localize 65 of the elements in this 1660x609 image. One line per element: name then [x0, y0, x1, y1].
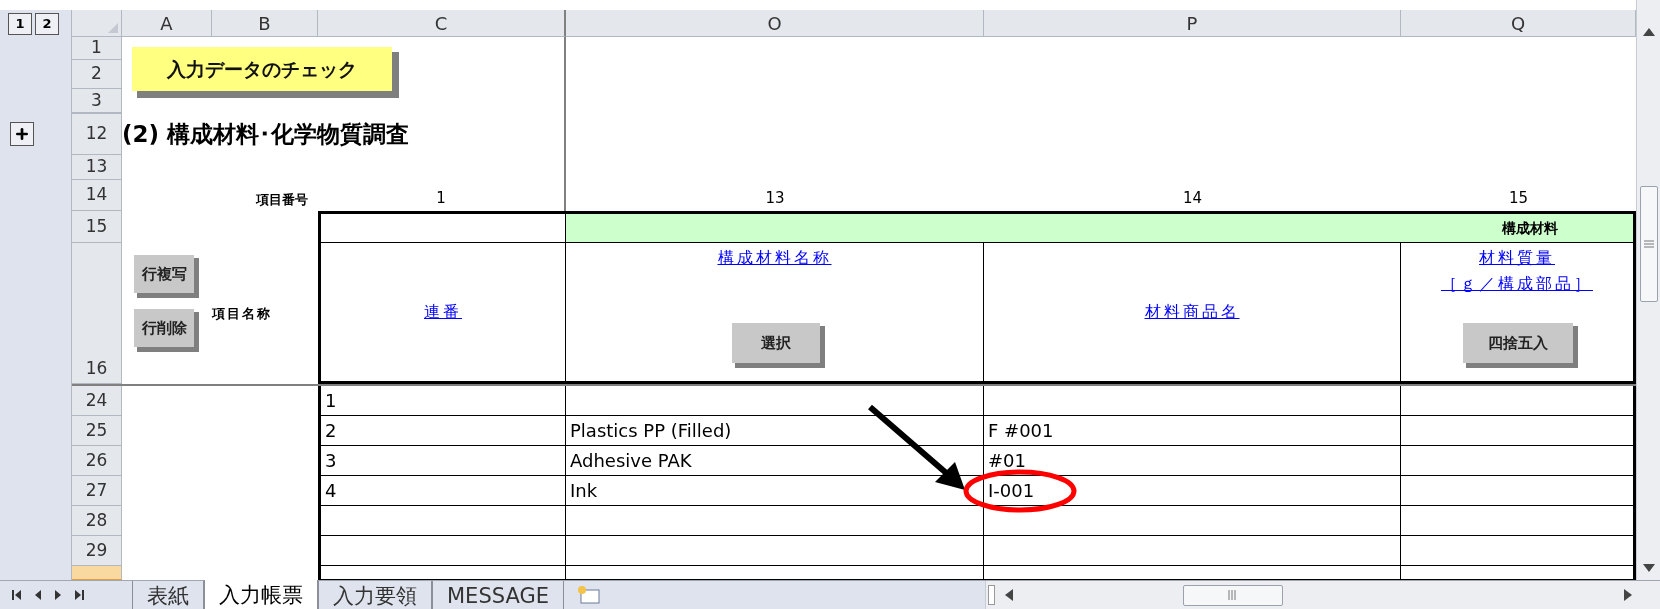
plus-icon — [14, 126, 30, 142]
vertical-scrollbar[interactable] — [1636, 0, 1660, 580]
item-number-label: 項目番号 — [256, 190, 308, 209]
first-sheet-icon[interactable] — [12, 590, 21, 600]
item-number: 15 — [1508, 187, 1529, 209]
scroll-thumb[interactable] — [1183, 584, 1283, 606]
item-name-label: 項目名称 — [212, 304, 272, 323]
field-header-link[interactable]: 材料商品名 — [1144, 299, 1240, 325]
table-cell: F #001 — [984, 416, 1401, 446]
row-header[interactable]: 13 — [72, 155, 122, 180]
table-cell: 2 — [318, 416, 566, 446]
outline-level-button[interactable]: 2 — [35, 12, 59, 35]
split-handle[interactable] — [988, 585, 995, 605]
row-header[interactable]: 15 — [72, 211, 122, 243]
column-header[interactable]: B — [212, 10, 318, 37]
table-cell: 4 — [318, 476, 566, 506]
corner-triangle-icon — [108, 23, 118, 33]
column-header[interactable]: P — [984, 10, 1401, 37]
expand-group-button[interactable] — [10, 122, 34, 146]
horizontal-scrollbar[interactable] — [985, 581, 1660, 609]
field-header-link[interactable]: 構成材料名称 — [717, 245, 832, 271]
last-sheet-icon[interactable] — [75, 590, 84, 600]
table-cell: Plastics PP (Filled) — [566, 416, 984, 446]
row-header[interactable]: 1 — [72, 37, 122, 60]
field-header-link[interactable]: 材料質量 — [1479, 245, 1555, 271]
item-number: 13 — [765, 187, 785, 209]
row-header[interactable]: 28 — [72, 506, 122, 536]
scroll-thumb[interactable] — [1639, 186, 1658, 302]
table-cell: #01 — [984, 446, 1401, 476]
table-cell: 3 — [318, 446, 566, 476]
row-header[interactable]: 2 — [72, 60, 122, 89]
previous-sheet-icon[interactable] — [35, 590, 41, 600]
scroll-up-icon[interactable] — [1642, 28, 1655, 36]
sheet-tab[interactable]: 入力帳票 — [204, 580, 318, 609]
column-header[interactable]: A — [122, 10, 212, 37]
item-number: 14 — [1182, 187, 1203, 209]
column-header[interactable]: Q — [1401, 10, 1636, 37]
row-header[interactable]: 24 — [72, 386, 122, 416]
row-header[interactable]: 27 — [72, 476, 122, 506]
next-sheet-icon[interactable] — [55, 590, 61, 600]
item-number: 1 — [436, 187, 446, 209]
field-header-link[interactable]: ［ｇ／構成部品］ — [1441, 271, 1593, 297]
scroll-right-icon[interactable] — [1624, 589, 1632, 601]
row-header[interactable]: 3 — [72, 89, 122, 113]
row-header[interactable]: 12 — [72, 113, 122, 155]
row-header[interactable]: 29 — [72, 536, 122, 566]
table-cell: I-001 — [984, 476, 1401, 506]
sheet-tab[interactable]: 表紙 — [132, 581, 204, 609]
field-header-link[interactable]: 連番 — [424, 299, 462, 325]
group-header: 構成材料 — [1502, 218, 1558, 238]
section-title: (2) 構成材料･化学物質調査 — [122, 119, 410, 149]
table-cell: 1 — [318, 386, 566, 416]
outline-level-button[interactable]: 1 — [8, 12, 32, 35]
sheet-tab[interactable]: 入力要領 — [318, 581, 432, 609]
sheet-tab[interactable]: MESSAGE — [432, 581, 564, 609]
column-header[interactable]: C — [318, 10, 566, 37]
scroll-down-icon[interactable] — [1642, 564, 1655, 572]
row-header[interactable]: 26 — [72, 446, 122, 476]
row-header[interactable]: 16 — [72, 243, 122, 384]
grip-icon — [1228, 590, 1238, 600]
grip-icon — [1643, 240, 1654, 248]
row-header[interactable]: 25 — [72, 416, 122, 446]
column-header[interactable]: O — [566, 10, 984, 37]
row-header[interactable]: 14 — [72, 180, 122, 211]
scroll-left-icon[interactable] — [1005, 589, 1013, 601]
